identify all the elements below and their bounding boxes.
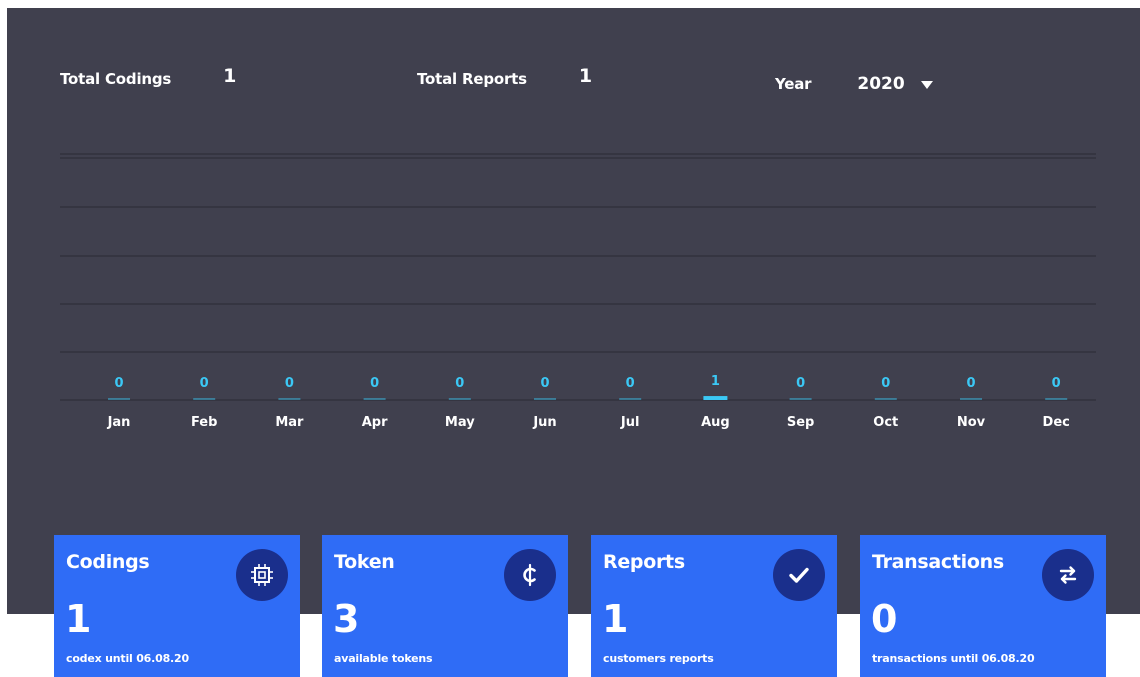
x-tick-label: Oct	[873, 415, 898, 430]
chart-bar	[1045, 398, 1068, 400]
check-icon	[773, 549, 825, 601]
codings-card-value: 1	[65, 597, 92, 641]
reports-card-title: Reports	[603, 551, 685, 573]
year-label: Year	[775, 75, 812, 93]
x-tick-label: Apr	[362, 415, 388, 430]
bar-value-label: 0	[370, 376, 379, 391]
bar-value-label: 0	[455, 376, 464, 391]
chart-bar	[703, 396, 728, 400]
year-dropdown-value[interactable]: 2020	[857, 74, 904, 94]
transactions-card[interactable]: Transactions 0 transactions until 06.08.…	[860, 535, 1106, 677]
x-tick-label: May	[445, 415, 475, 430]
x-tick-label: Jun	[532, 415, 556, 430]
bar-value-label: 0	[881, 376, 890, 391]
token-card-title: Token	[334, 551, 395, 573]
transactions-card-caption: transactions until 06.08.20	[872, 652, 1035, 665]
chart-bar	[534, 398, 556, 400]
stats-bar: Total Codings 1 Total Reports 1 Year 202…	[7, 8, 1140, 128]
caret-down-icon[interactable]	[920, 81, 933, 89]
year-selector[interactable]: Year 2020	[775, 74, 933, 94]
x-tick-label: Feb	[191, 415, 217, 430]
total-reports-stat: Total Reports 1	[417, 65, 592, 88]
x-tick-label: Dec	[1043, 415, 1070, 430]
chart-bar	[874, 398, 897, 400]
chart-svg: 0 Jan 0 Feb 0 Mar 0 Apr 0 May 0 Jun 0 Jul 1 Aug 0 Sep 0 Oct…	[60, 153, 1096, 430]
bar-value-label: 0	[796, 376, 805, 391]
cent-icon	[504, 549, 556, 601]
chart-bar	[960, 398, 982, 400]
bar-value-label: 1	[711, 374, 720, 389]
reports-card[interactable]: Reports 1 customers reports	[591, 535, 837, 677]
chip-icon	[236, 549, 288, 601]
chart-bar	[108, 398, 130, 400]
chart-bar	[448, 398, 471, 400]
chart-bar	[193, 398, 216, 400]
token-card[interactable]: Token 3 available tokens	[322, 535, 568, 677]
x-tick-label: Nov	[957, 415, 986, 430]
chart-bar	[278, 398, 301, 400]
transactions-card-title: Transactions	[872, 551, 1004, 573]
codings-card-caption: codex until 06.08.20	[66, 652, 189, 665]
x-tick-label: Jul	[620, 415, 640, 430]
bar-value-label: 0	[285, 376, 294, 391]
codings-card[interactable]: Codings 1 codex until 06.08.20	[54, 535, 300, 677]
monthly-chart: 0 Jan 0 Feb 0 Mar 0 Apr 0 May 0 Jun 0 Jul 1 Aug 0 Sep 0 Oct…	[60, 153, 1096, 444]
chart-bar	[363, 398, 386, 400]
x-tick-label: Jan	[107, 415, 131, 430]
x-tick-label: Sep	[787, 415, 815, 430]
bar-value-label: 0	[1052, 376, 1061, 391]
bar-value-label: 0	[626, 376, 635, 391]
total-codings-stat: Total Codings 1	[60, 65, 236, 88]
total-codings-label: Total Codings	[60, 70, 172, 88]
token-card-value: 3	[333, 597, 360, 641]
transactions-card-value: 0	[871, 597, 898, 641]
reports-card-value: 1	[602, 597, 629, 641]
bar-value-label: 0	[200, 376, 209, 391]
bar-value-label: 0	[114, 376, 123, 391]
chart-bar	[619, 398, 642, 400]
reports-card-caption: customers reports	[603, 652, 714, 665]
swap-arrows-icon	[1042, 549, 1094, 601]
total-reports-label: Total Reports	[417, 70, 527, 88]
bar-value-label: 0	[540, 376, 549, 391]
dashboard-panel: Total Codings 1 Total Reports 1 Year 202…	[7, 8, 1140, 614]
x-tick-label: Mar	[275, 415, 304, 430]
chart-bar	[789, 398, 812, 400]
x-tick-label: Aug	[701, 415, 730, 430]
codings-card-title: Codings	[66, 551, 150, 573]
token-card-caption: available tokens	[334, 652, 433, 665]
total-reports-value: 1	[578, 65, 593, 87]
bar-value-label: 0	[966, 376, 975, 391]
total-codings-value: 1	[223, 65, 237, 87]
